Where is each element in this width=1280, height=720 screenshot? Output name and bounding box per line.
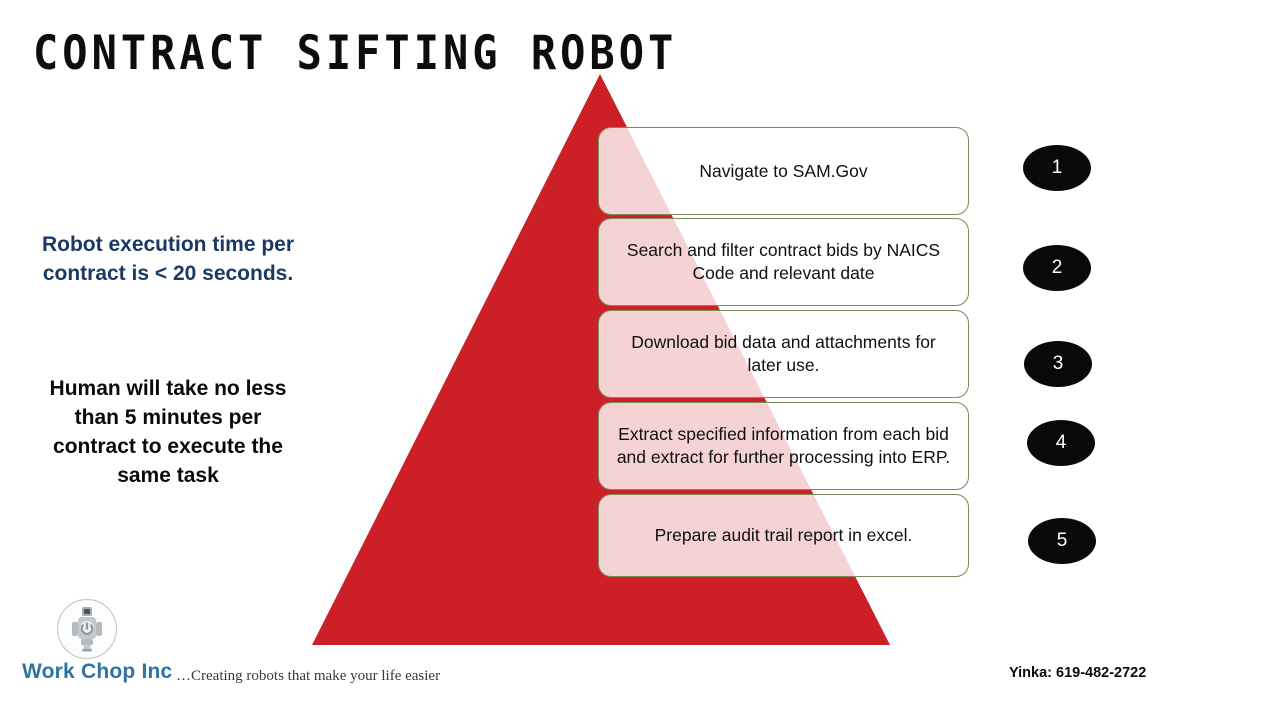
step-number-badge-3: 3 — [1024, 341, 1092, 387]
brand-tagline: …Creating robots that make your life eas… — [176, 668, 441, 684]
badge-number-3: 3 — [1052, 353, 1064, 374]
page-title: CONTRACT SIFTING ROBOT — [33, 25, 678, 81]
step-label-2: Search and filter contract bids by NAICS… — [626, 240, 941, 283]
step-box-3[interactable]: Download bid data and attachments for la… — [598, 310, 969, 398]
process-steps-list: Navigate to SAM.Gov Search and filter co… — [598, 127, 969, 577]
brand-name: Work Chop Inc — [22, 660, 173, 683]
step-label-4: Extract specified information from each … — [616, 424, 951, 467]
note-human-execution-time: Human will take no less than 5 minutes p… — [49, 377, 287, 487]
note-robot-execution-time: Robot execution time per contract is < 2… — [41, 233, 295, 285]
step-box-2[interactable]: Search and filter contract bids by NAICS… — [598, 218, 969, 306]
step-box-4[interactable]: Extract specified information from each … — [598, 402, 969, 490]
step-number-badge-4: 4 — [1027, 420, 1095, 466]
step-number-badge-5: 5 — [1028, 518, 1096, 564]
step-box-1[interactable]: Navigate to SAM.Gov — [598, 127, 969, 215]
step-number-badge-1: 1 — [1023, 145, 1091, 191]
badge-number-4: 4 — [1055, 432, 1067, 453]
step-box-5[interactable]: Prepare audit trail report in excel. — [598, 494, 969, 577]
badge-number-2: 2 — [1051, 257, 1063, 278]
step-label-3: Download bid data and attachments for la… — [631, 332, 936, 375]
step-number-badge-2: 2 — [1023, 245, 1091, 291]
badge-number-1: 1 — [1051, 157, 1063, 178]
contact-info: Yinka: 619-482-2722 — [1009, 665, 1147, 681]
badge-number-5: 5 — [1056, 530, 1068, 551]
robot-power-icon — [56, 598, 118, 660]
step-label-5: Prepare audit trail report in excel. — [654, 525, 913, 546]
step-label-1: Navigate to SAM.Gov — [699, 160, 868, 181]
